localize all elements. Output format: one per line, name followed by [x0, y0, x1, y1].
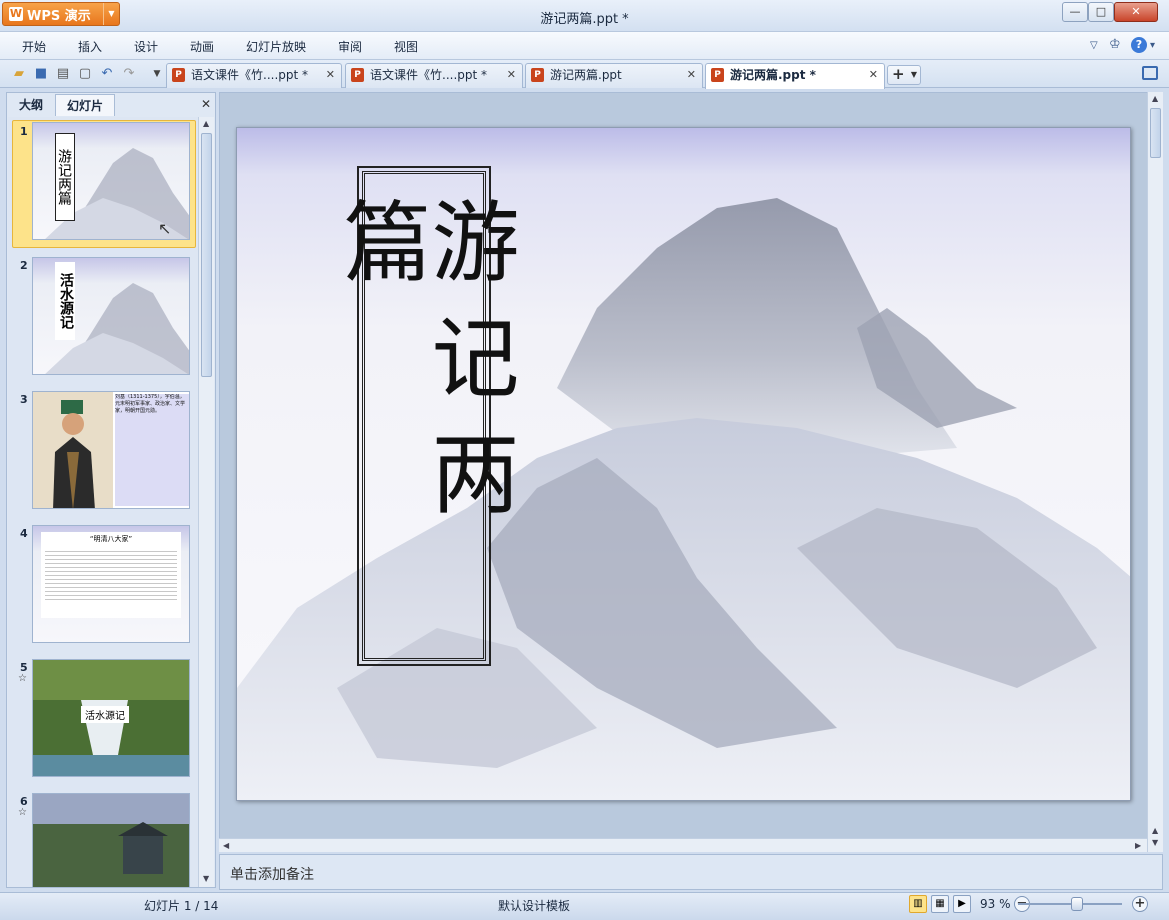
slide-thumbnail-3[interactable]: 刘基（1311-1375），字伯温，元末明初军事家、政治家、文学家，明朝开国元勋…	[32, 391, 190, 509]
notes-placeholder: 单击添加备注	[230, 867, 314, 883]
close-tab-icon[interactable]: ✕	[507, 64, 516, 86]
close-window-button[interactable]: ✕	[1114, 2, 1158, 22]
slide-thumbnail-5[interactable]: 活水源记	[32, 659, 190, 777]
tab-label: 游记两篇.ppt *	[730, 68, 816, 82]
slide-area-horizontal-scrollbar[interactable]: ◀ ▶	[219, 838, 1147, 852]
scroll-down-icon[interactable]: ▼	[203, 874, 209, 883]
minimize-button[interactable]: —	[1062, 2, 1088, 22]
close-tab-icon[interactable]: ✕	[869, 64, 878, 86]
print-preview-icon[interactable]: ▢	[76, 65, 94, 83]
slide-counter: 幻灯片 1 / 14	[144, 899, 219, 913]
scrollbar-thumb[interactable]	[201, 133, 212, 377]
scroll-up-icon[interactable]: ▲	[1152, 94, 1158, 103]
tab-document-4-active[interactable]: P 游记两篇.ppt * ✕	[705, 63, 885, 89]
skin-icon[interactable]: ♔	[1109, 37, 1121, 52]
scroll-left-icon[interactable]: ◀	[223, 841, 229, 850]
save-icon[interactable]: ■	[32, 65, 50, 83]
slide-thumbnail-2[interactable]: 活水源记	[32, 257, 190, 375]
next-slide-icon[interactable]: ▼	[1152, 838, 1158, 847]
slide-title: 游记两篇	[329, 196, 520, 544]
ppt-file-icon: P	[531, 68, 544, 82]
close-tab-icon[interactable]: ✕	[326, 64, 335, 86]
new-tab-button[interactable]: + ▼	[887, 65, 921, 85]
status-bar: 幻灯片 1 / 14 默认设计模板 ▥ ▦ ▶ 93 % − +	[0, 892, 1169, 920]
chevron-down-icon[interactable]: ▽	[1090, 40, 1098, 51]
slideshow-view-icon[interactable]: ▶	[953, 895, 971, 913]
thumbnail-title: 活水源记	[81, 706, 129, 723]
document-tab-bar: ▰ ■ ▤ ▢ ↶ ↷ ▼ P 语文课件《竹....ppt * ✕ P 语文课件…	[0, 60, 1169, 89]
menu-design[interactable]: 设计	[134, 38, 158, 55]
redo-icon[interactable]: ↷	[120, 65, 138, 83]
slide-thumbnail-4[interactable]: “明清八大家”	[32, 525, 190, 643]
zoom-level: 93 %	[980, 897, 1011, 911]
menu-animation[interactable]: 动画	[190, 38, 214, 55]
open-folder-icon[interactable]: ▰	[10, 65, 28, 83]
current-slide[interactable]: 游记两篇	[236, 127, 1131, 801]
zoom-in-icon[interactable]: +	[1132, 896, 1148, 912]
menu-insert[interactable]: 插入	[78, 38, 102, 55]
print-icon[interactable]: ▤	[54, 65, 72, 83]
menu-bar: 开始 插入 设计 动画 幻灯片放映 审阅 视图 ▽ ♔ ? ▾	[0, 32, 1169, 60]
slide-sorter-view-icon[interactable]: ▦	[931, 895, 949, 913]
slide-thumbnail-list: 1 游记两篇 ↖ 2 活水源记 3 刘基（1311-1375），字伯温，元末明初…	[8, 117, 198, 887]
close-tab-icon[interactable]: ✕	[687, 64, 696, 86]
thumbnail-body-lines	[45, 548, 177, 600]
menu-review[interactable]: 审阅	[338, 38, 362, 55]
mouse-cursor-icon: ↖	[158, 219, 172, 238]
thumbnail-heading: “明清八大家”	[89, 535, 133, 543]
slide-title-textbox[interactable]: 游记两篇	[329, 166, 520, 666]
help-icon[interactable]: ?	[1131, 37, 1147, 53]
slide-panel: 大纲 幻灯片 ✕ 1 游记两篇 ↖ 2 活水源记 3 刘基（1311-1375）…	[6, 92, 216, 888]
tab-document-3[interactable]: P 游记两篇.ppt ✕	[525, 63, 703, 88]
close-panel-icon[interactable]: ✕	[201, 97, 211, 111]
tab-document-1[interactable]: P 语文课件《竹....ppt * ✕	[166, 63, 342, 88]
tab-label: 语文课件《竹....ppt *	[191, 68, 309, 82]
slide-number: 3	[20, 393, 28, 406]
tab-document-2[interactable]: P 语文课件《竹....ppt * ✕	[345, 63, 523, 88]
ppt-file-icon: P	[351, 68, 364, 82]
quick-access-dropdown-icon[interactable]: ▼	[148, 65, 166, 83]
slide-title-frame: 游记两篇	[329, 171, 520, 661]
tab-label: 语文课件《竹....ppt *	[370, 68, 488, 82]
slide-thumbnail-6[interactable]	[32, 793, 190, 887]
slide-panel-scrollbar[interactable]: ▲ ▼	[198, 117, 214, 887]
animation-star-icon: ☆	[18, 807, 27, 818]
slide-number: 4	[20, 527, 28, 540]
thumbnail-title: 游记两篇	[55, 133, 75, 221]
temple-image	[33, 794, 189, 887]
zoom-slider-track[interactable]	[1018, 903, 1122, 905]
scrollbar-thumb[interactable]	[1150, 108, 1161, 158]
tab-slides[interactable]: 幻灯片	[55, 94, 115, 116]
slide-area-vertical-scrollbar[interactable]: ▲ ▲ ▼	[1147, 92, 1163, 852]
menu-start[interactable]: 开始	[22, 38, 46, 55]
thumbnail-text-box: “明清八大家”	[41, 532, 181, 618]
ppt-file-icon: P	[172, 68, 185, 82]
menu-view[interactable]: 视图	[394, 38, 418, 55]
chevron-down-icon[interactable]: ▾	[1150, 40, 1155, 51]
notes-pane[interactable]: 单击添加备注	[219, 854, 1163, 890]
window-title: 游记两篇.ppt *	[540, 12, 629, 27]
tab-label: 游记两篇.ppt	[550, 68, 622, 82]
portrait-image	[33, 392, 113, 508]
panel-layout-icon[interactable]	[1142, 66, 1158, 80]
normal-view-icon[interactable]: ▥	[909, 895, 927, 913]
maximize-button[interactable]: □	[1088, 2, 1114, 22]
ppt-file-icon: P	[711, 68, 724, 82]
thumbnail-title: 活水源记	[55, 262, 75, 340]
undo-icon[interactable]: ↶	[98, 65, 116, 83]
tab-outline[interactable]: 大纲	[9, 94, 53, 116]
menu-slideshow[interactable]: 幻灯片放映	[246, 38, 306, 55]
chevron-down-icon[interactable]: ▼	[911, 66, 917, 83]
scroll-right-icon[interactable]: ▶	[1135, 841, 1141, 850]
title-bar: W WPS 演示 ▼ 游记两篇.ppt * — □ ✕	[0, 0, 1169, 32]
slide-number: 2	[20, 259, 28, 272]
design-template-name: 默认设计模板	[498, 899, 571, 913]
animation-star-icon: ☆	[18, 673, 27, 684]
zoom-slider-knob[interactable]	[1071, 897, 1083, 911]
previous-slide-icon[interactable]: ▲	[1152, 826, 1158, 835]
thumbnail-caption: 刘基（1311-1375），字伯温，元末明初军事家、政治家、文学家，明朝开国元勋…	[115, 394, 189, 506]
slide-thumbnail-1[interactable]: 游记两篇 ↖	[32, 122, 190, 240]
scroll-up-icon[interactable]: ▲	[203, 119, 209, 128]
slide-number: 1	[20, 125, 28, 138]
